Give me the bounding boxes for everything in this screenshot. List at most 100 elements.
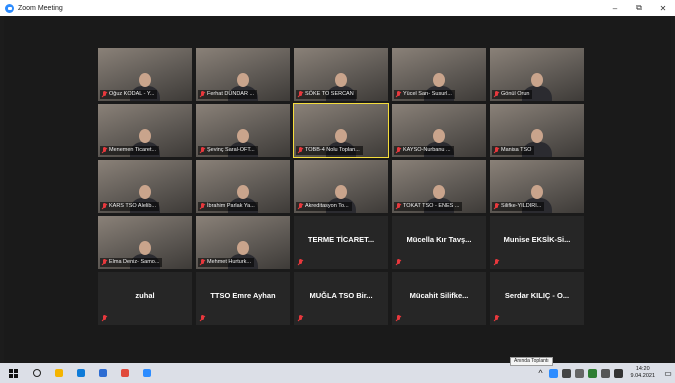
network-icon[interactable] <box>600 368 610 378</box>
participant-name: Mücella Kır Tavş... <box>406 235 472 244</box>
participant-name-label: Elma Deniz- Samo... <box>100 258 163 267</box>
muted-mic-icon <box>395 203 401 210</box>
participant-tile[interactable]: Elma Deniz- Samo... <box>98 216 192 269</box>
participant-tile[interactable]: İbrahim Parlak Ya... <box>196 160 290 213</box>
clock-date: 9.04.2021 <box>630 373 655 379</box>
participant-tile[interactable]: Şevinç Saral-OFT... <box>196 104 290 157</box>
muted-mic-icon <box>297 259 303 266</box>
close-button[interactable]: ✕ <box>651 0 675 16</box>
participant-name: MUĞLA TSO Bir... <box>309 291 373 300</box>
participant-tile[interactable]: Mehmet Hurturk... <box>196 216 290 269</box>
participant-tile[interactable]: KARS TSO Alelib... <box>98 160 192 213</box>
volume-icon[interactable] <box>613 368 623 378</box>
title-bar: Zoom Meeting – ⧉ ✕ <box>0 0 675 16</box>
participant-name: TOKAT TSO - ENES ... <box>403 203 460 209</box>
participant-name-label: Akreditasyon To... <box>296 202 352 211</box>
muted-mic-icon <box>199 147 205 154</box>
microphone-icon[interactable] <box>561 368 571 378</box>
windows-taskbar: ^ 14:20 9.04.2021 ▭ <box>0 363 675 383</box>
participant-tile[interactable]: KAYSO-Nurbanu ... <box>392 104 486 157</box>
participant-tile[interactable]: MUĞLA TSO Bir... <box>294 272 388 325</box>
muted-mic-icon <box>101 147 107 154</box>
minimize-button[interactable]: – <box>603 0 627 16</box>
participant-tile[interactable]: TERME TİCARET... <box>294 216 388 269</box>
muted-mic-icon <box>297 147 303 154</box>
muted-mic-icon <box>101 203 107 210</box>
participant-name-label: TOKAT TSO - ENES ... <box>394 202 463 211</box>
muted-mic-icon <box>199 259 205 266</box>
participant-tile[interactable]: Akreditasyon To... <box>294 160 388 213</box>
participant-name: Şevinç Saral-OFT... <box>207 147 255 153</box>
restore-button[interactable]: ⧉ <box>627 0 651 16</box>
muted-mic-icon <box>395 147 401 154</box>
participant-name: Menemen Ticaret... <box>109 147 157 153</box>
participant-tile[interactable]: Oğuz KODAL - Y... <box>98 48 192 101</box>
participant-tile[interactable]: TTSO Emre Ayhan <box>196 272 290 325</box>
participant-name-label: Silifke-YILDIRI... <box>492 202 545 211</box>
participant-tile[interactable]: Silifke-YILDIRI... <box>490 160 584 213</box>
participant-tile[interactable]: TOBB-4 Nolu Toplan... <box>293 103 389 158</box>
onedrive-icon[interactable] <box>574 368 584 378</box>
muted-mic-icon <box>395 259 401 266</box>
zoom-tray-icon[interactable] <box>548 368 558 378</box>
participant-tile[interactable]: zuhal <box>98 272 192 325</box>
chevron-up-icon[interactable]: ^ <box>535 363 547 383</box>
participant-tile[interactable]: Mücella Kır Tavş... <box>392 216 486 269</box>
chrome-taskbar-button[interactable] <box>114 363 136 383</box>
muted-mic-icon <box>199 91 205 98</box>
edge-taskbar-button[interactable] <box>70 363 92 383</box>
muted-mic-icon <box>395 315 401 322</box>
participant-tile[interactable]: Gönül Orun <box>490 48 584 101</box>
participant-name-label: Gönül Orun <box>492 90 533 99</box>
participant-name-label: Menemen Ticaret... <box>100 146 160 155</box>
file-explorer-taskbar-button[interactable] <box>48 363 70 383</box>
participant-name: Elma Deniz- Samo... <box>109 259 160 265</box>
participant-name: Yücel Sarı- Susurl... <box>403 91 452 97</box>
tooltip: Anında Toplantı <box>510 357 553 366</box>
muted-mic-icon <box>493 91 499 98</box>
participant-name-label: Yücel Sarı- Susurl... <box>394 90 455 99</box>
participant-name: Mücahit Silifke... <box>409 291 469 300</box>
participant-tile[interactable]: Mücahit Silifke... <box>392 272 486 325</box>
participant-tile[interactable]: SÖKE TO SERCAN <box>294 48 388 101</box>
muted-mic-icon <box>297 91 303 98</box>
participant-name: KARS TSO Alelib... <box>109 203 156 209</box>
participant-tile[interactable]: Ferhat DÜNDAR ... <box>196 48 290 101</box>
participant-name: Ferhat DÜNDAR ... <box>207 91 255 97</box>
participant-name-label: Mehmet Hurturk... <box>198 258 255 267</box>
notification-icon[interactable]: ▭ <box>661 363 675 383</box>
zoom-taskbar-button[interactable] <box>136 363 158 383</box>
mail-taskbar-button[interactable] <box>92 363 114 383</box>
muted-mic-icon <box>101 315 107 322</box>
participant-tile[interactable]: TOKAT TSO - ENES ... <box>392 160 486 213</box>
participant-tile[interactable]: Serdar KILIÇ - O... <box>490 272 584 325</box>
clock[interactable]: 14:20 9.04.2021 <box>631 366 655 380</box>
muted-mic-icon <box>199 203 205 210</box>
participant-name-label: KAYSO-Nurbanu ... <box>394 146 454 155</box>
participant-tile[interactable]: Munise EKSİK-Si... <box>490 216 584 269</box>
participant-name: Gönül Orun <box>501 91 530 97</box>
participant-tile[interactable]: Manisa TSO <box>490 104 584 157</box>
participant-name-label: İbrahim Parlak Ya... <box>198 202 258 211</box>
system-tray: ^ 14:20 9.04.2021 ▭ <box>535 363 675 383</box>
participant-name: Akreditasyon To... <box>305 203 349 209</box>
participant-name: Serdar KILIÇ - O... <box>504 291 570 300</box>
participant-name-label: KARS TSO Alelib... <box>100 202 159 211</box>
participant-name: zuhal <box>135 291 155 300</box>
muted-mic-icon <box>395 91 401 98</box>
app-tray-icon[interactable] <box>587 368 597 378</box>
participant-tile[interactable]: Yücel Sarı- Susurl... <box>392 48 486 101</box>
search-taskbar-button[interactable] <box>26 363 48 383</box>
participant-name: Mehmet Hurturk... <box>207 259 252 265</box>
participant-name-label: TOBB-4 Nolu Toplan... <box>296 146 363 155</box>
muted-mic-icon <box>493 315 499 322</box>
search-icon <box>33 369 41 377</box>
participant-name: KAYSO-Nurbanu ... <box>403 147 451 153</box>
clock-time: 14:20 <box>635 366 650 372</box>
zoom-window: Zoom Meeting – ⧉ ✕ Oğuz KODAL - Y... Ferh… <box>0 0 675 363</box>
muted-mic-icon <box>297 315 303 322</box>
participant-name-label: Şevinç Saral-OFT... <box>198 146 258 155</box>
participant-tile[interactable]: Menemen Ticaret... <box>98 104 192 157</box>
zoom-app-icon <box>5 3 14 13</box>
start-button[interactable] <box>0 363 26 383</box>
